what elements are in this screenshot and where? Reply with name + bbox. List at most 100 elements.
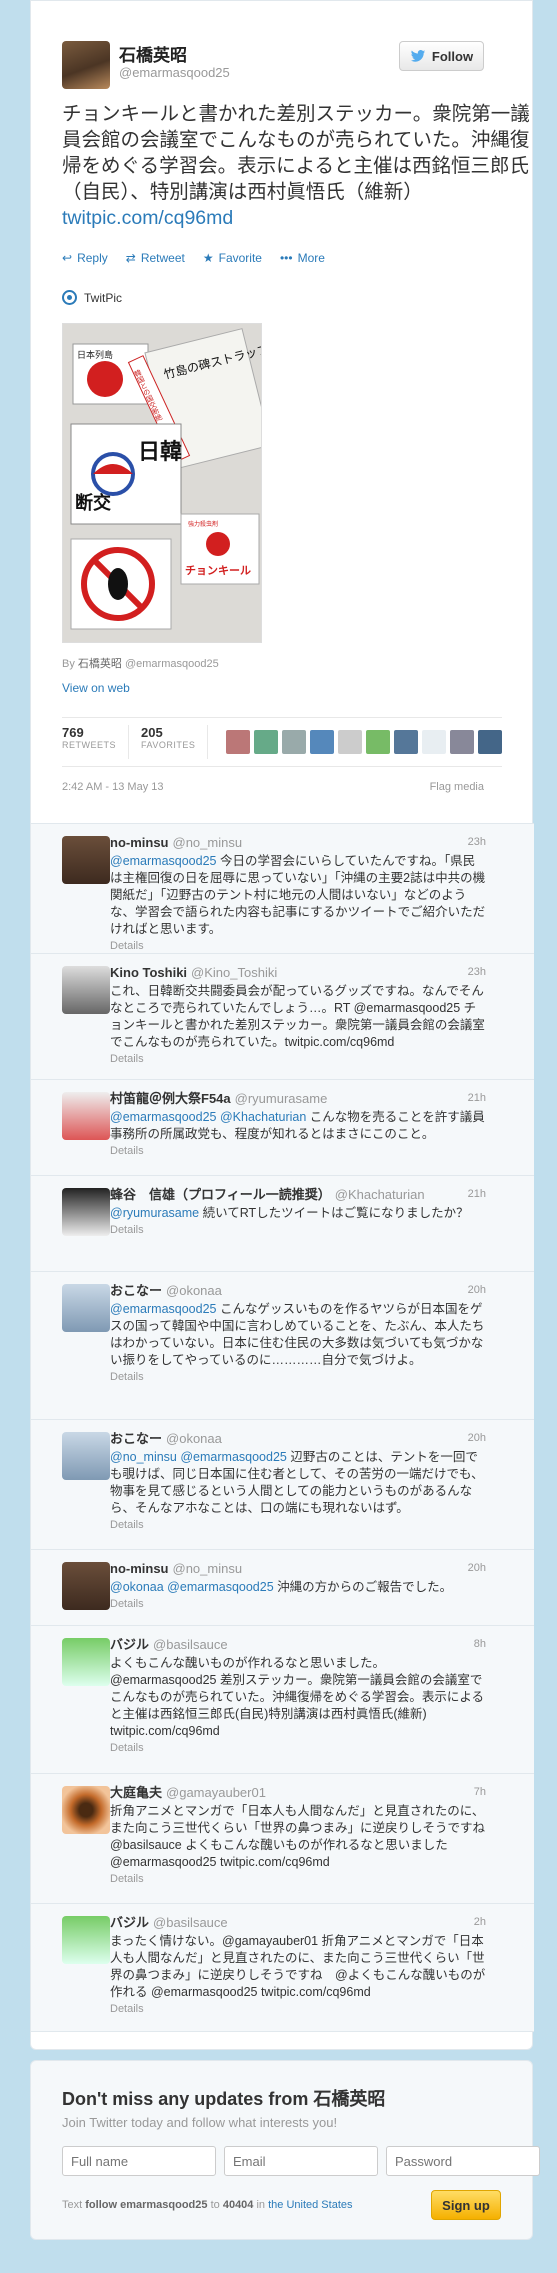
- reply-time[interactable]: 2h: [474, 1914, 486, 1931]
- flag-media-link[interactable]: Flag media: [430, 781, 484, 793]
- favoriter-avatar[interactable]: [450, 730, 475, 754]
- reply-details-link[interactable]: Details: [110, 1145, 486, 1157]
- reply-text: @ryumurasame 続いてRTしたツイートはご覧になりましたか？: [110, 1205, 486, 1222]
- byline-handle[interactable]: @emarmasqood25: [125, 658, 219, 670]
- reply-item[interactable]: 蜂谷 信雄（プロフィール一読推奨） @Khachaturian 21h @ryumu…: [31, 1176, 534, 1272]
- reply-handle[interactable]: @basilsauce: [153, 1914, 228, 1931]
- reply-details-link[interactable]: Details: [110, 1598, 486, 1610]
- reply-name[interactable]: おこなー: [110, 1430, 162, 1447]
- reply-item[interactable]: 大庭亀夫 @gamayauber01 7h 折角アニメとマンガで「日本人も人間なんだ…: [31, 1774, 534, 1904]
- tweet-photo[interactable]: 日本列島 竹島の碑ストラップ 韓国との国交断絶 日韓 断交 強力殺虫剤 チョンキ…: [62, 323, 262, 643]
- reply-handle[interactable]: @gamayauber01: [166, 1784, 266, 1801]
- reply-handle[interactable]: @Kino_Toshiki: [191, 964, 277, 981]
- view-on-web-link[interactable]: View on web: [62, 681, 130, 695]
- reply-item[interactable]: Kino Toshiki @Kino_Toshiki 23h これ、日韓断交共闘委員…: [31, 954, 534, 1080]
- retweet-action[interactable]: ⇄ Retweet: [126, 251, 185, 265]
- reply-item[interactable]: no-minsu @no_minsu 20h @okonaa @emarmasqoo…: [31, 1550, 534, 1626]
- sms-country-link[interactable]: the United States: [268, 2199, 352, 2211]
- favoriter-avatar[interactable]: [254, 730, 279, 754]
- reply-avatar[interactable]: [62, 1284, 110, 1332]
- reply-time[interactable]: 8h: [474, 1636, 486, 1653]
- reply-details-link[interactable]: Details: [110, 1053, 486, 1065]
- favoriter-avatar[interactable]: [422, 730, 447, 754]
- reply-handle[interactable]: @okonaa: [166, 1282, 222, 1299]
- reply-mention[interactable]: @emarmasqood25 @Khachaturian: [110, 1110, 306, 1124]
- reply-time[interactable]: 21h: [468, 1186, 486, 1203]
- reply-handle[interactable]: @no_minsu: [173, 1560, 243, 1577]
- reply-mention[interactable]: @emarmasqood25: [110, 1302, 217, 1316]
- reply-name[interactable]: no-minsu: [110, 1560, 169, 1577]
- reply-details-link[interactable]: Details: [110, 1873, 486, 1885]
- reply-name[interactable]: バジル: [110, 1914, 149, 1931]
- favoriter-avatar[interactable]: [478, 730, 503, 754]
- reply-time[interactable]: 23h: [468, 834, 486, 851]
- reply-details-link[interactable]: Details: [110, 1224, 486, 1236]
- favoriter-avatar[interactable]: [394, 730, 419, 754]
- reply-mention[interactable]: @ryumurasame: [110, 1206, 199, 1220]
- reply-name[interactable]: no-minsu: [110, 834, 169, 851]
- reply-handle[interactable]: @no_minsu: [173, 834, 243, 851]
- reply-mention[interactable]: @emarmasqood25: [110, 854, 217, 868]
- retweet-count[interactable]: 769 RETWEETS: [62, 725, 130, 759]
- reply-details-link[interactable]: Details: [110, 1742, 486, 1754]
- favorite-action[interactable]: ★ Favorite: [203, 251, 262, 265]
- author-handle[interactable]: @emarmasqood25: [119, 65, 230, 80]
- reply-item[interactable]: no-minsu @no_minsu 23h @emarmasqood25 今日の学…: [31, 824, 534, 954]
- favoriter-avatar[interactable]: [338, 730, 363, 754]
- reply-avatar[interactable]: [62, 1432, 110, 1480]
- follow-button[interactable]: Follow: [399, 41, 484, 71]
- tweet-link[interactable]: twitpic.com/cq96md: [62, 207, 233, 229]
- reply-time[interactable]: 21h: [468, 1090, 486, 1107]
- reply-mention[interactable]: @okonaa @emarmasqood25: [110, 1580, 274, 1594]
- favoriter-avatar[interactable]: [366, 730, 391, 754]
- reply-details-link[interactable]: Details: [110, 2003, 486, 2015]
- reply-handle[interactable]: @basilsauce: [153, 1636, 228, 1653]
- reply-name[interactable]: 村笛龍＠例大祭F54a: [110, 1090, 231, 1107]
- reply-name[interactable]: Kino Toshiki: [110, 964, 187, 981]
- reply-handle[interactable]: @ryumurasame: [235, 1090, 328, 1107]
- reply-handle[interactable]: @okonaa: [166, 1430, 222, 1447]
- password-field[interactable]: [386, 2146, 540, 2176]
- reply-item[interactable]: おこなー @okonaa 20h @emarmasqood25 こんなゲッスいものを…: [31, 1272, 534, 1420]
- reply-handle[interactable]: @Khachaturian: [335, 1186, 425, 1203]
- reply-avatar[interactable]: [62, 1188, 110, 1236]
- reply-mention[interactable]: @no_minsu @emarmasqood25: [110, 1450, 287, 1464]
- reply-avatar[interactable]: [62, 836, 110, 884]
- reply-details-link[interactable]: Details: [110, 1371, 486, 1383]
- reply-name[interactable]: バジル: [110, 1636, 149, 1653]
- signup-button[interactable]: Sign up: [431, 2190, 501, 2220]
- reply-item[interactable]: バジル @basilsauce 2h まったく情けない。@gamayauber01 …: [31, 1904, 534, 2032]
- reply-time[interactable]: 20h: [468, 1430, 486, 1447]
- reply-time[interactable]: 23h: [468, 964, 486, 981]
- reply-name[interactable]: 大庭亀夫: [110, 1784, 162, 1801]
- reply-name[interactable]: おこなー: [110, 1282, 162, 1299]
- reply-action[interactable]: ↩ Reply: [62, 251, 108, 265]
- favorite-count[interactable]: 205 FAVORITES: [141, 725, 209, 759]
- reply-item[interactable]: 村笛龍＠例大祭F54a @ryumurasame 21h @emarmasqood2…: [31, 1080, 534, 1176]
- reply-avatar[interactable]: [62, 1786, 110, 1834]
- reply-details-link[interactable]: Details: [110, 940, 486, 952]
- byline-name[interactable]: 石橋英昭: [78, 658, 122, 670]
- reply-time[interactable]: 20h: [468, 1560, 486, 1577]
- full-name-field[interactable]: [62, 2146, 216, 2176]
- reply-avatar[interactable]: [62, 1916, 110, 1964]
- author-name[interactable]: 石橋英昭: [119, 41, 187, 66]
- author-avatar[interactable]: [62, 41, 110, 89]
- favoriter-avatar[interactable]: [310, 730, 335, 754]
- reply-item[interactable]: バジル @basilsauce 8h よくもこんな醜いものが作れるなと思いました。@…: [31, 1626, 534, 1774]
- more-action[interactable]: ••• More: [280, 251, 325, 265]
- reply-time[interactable]: 7h: [474, 1784, 486, 1801]
- reply-item[interactable]: おこなー @okonaa 20h @no_minsu @emarmasqood25 …: [31, 1420, 534, 1550]
- reply-name[interactable]: 蜂谷 信雄（プロフィール一読推奨）: [110, 1186, 331, 1203]
- reply-details-link[interactable]: Details: [110, 1519, 486, 1531]
- reply-avatar[interactable]: [62, 966, 110, 1014]
- email-field[interactable]: [224, 2146, 378, 2176]
- media-source[interactable]: TwitPic: [62, 290, 122, 305]
- reply-avatar[interactable]: [62, 1638, 110, 1686]
- favoriter-avatar[interactable]: [282, 730, 307, 754]
- reply-avatar[interactable]: [62, 1092, 110, 1140]
- favoriter-avatar[interactable]: [226, 730, 251, 754]
- reply-avatar[interactable]: [62, 1562, 110, 1610]
- reply-time[interactable]: 20h: [468, 1282, 486, 1299]
- tweet-timestamp[interactable]: 2:42 AM - 13 May 13: [62, 781, 164, 793]
